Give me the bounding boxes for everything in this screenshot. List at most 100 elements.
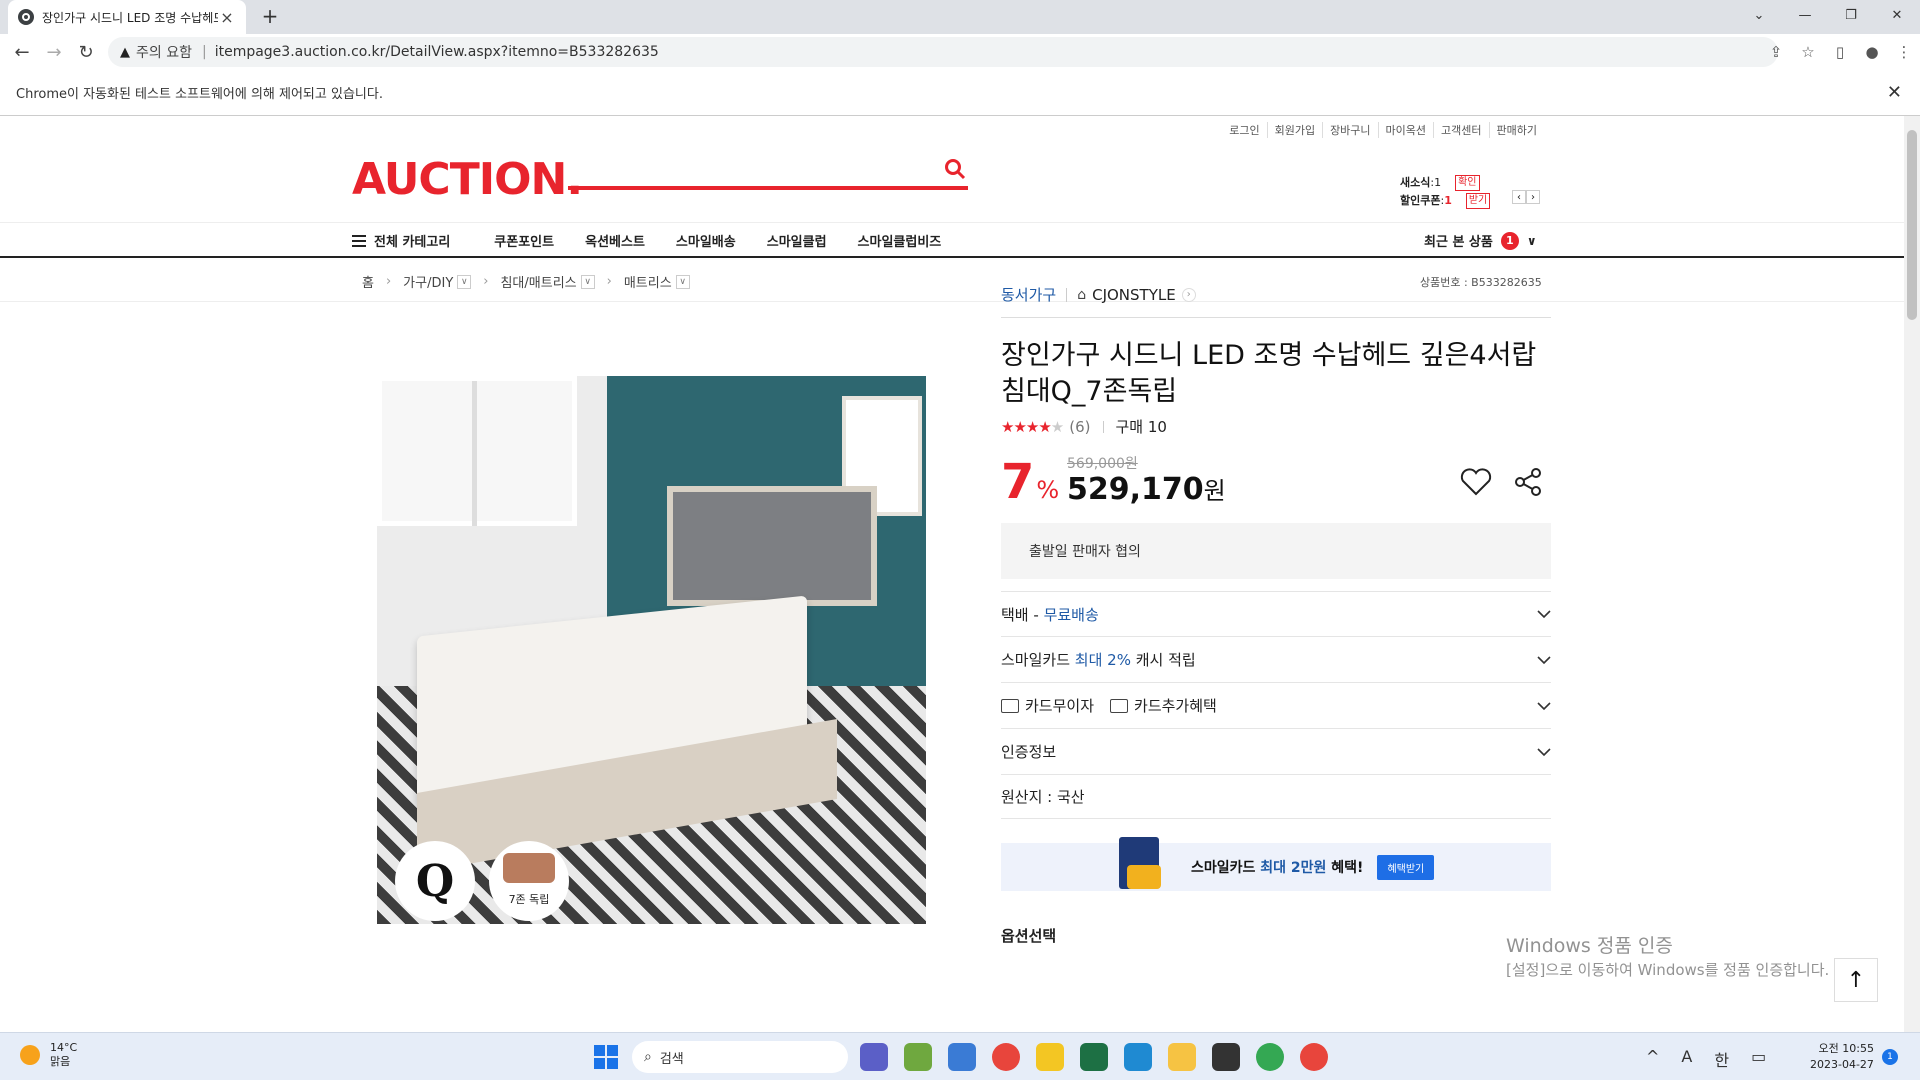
- dropdown-icon[interactable]: ∨: [675, 274, 690, 289]
- bookmark-star-icon[interactable]: ☆: [1792, 37, 1824, 67]
- settings-icon[interactable]: [948, 1043, 976, 1071]
- network-icon[interactable]: ▭: [1751, 1047, 1766, 1071]
- seven-zone-badge: 7존 독립: [489, 841, 569, 921]
- card-benefit-row[interactable]: 카드무이자 카드추가혜택: [1001, 683, 1551, 729]
- chrome-active-icon[interactable]: [1300, 1043, 1328, 1071]
- card-plus-icon: [1110, 699, 1129, 713]
- price-block: 7% 569,000원 529,170원: [1001, 453, 1551, 509]
- restore-button[interactable]: ❐: [1828, 0, 1874, 30]
- clock[interactable]: 오전 10:55 2023-04-27: [1810, 1041, 1874, 1073]
- auction-logo[interactable]: AUCTION.: [352, 154, 583, 205]
- brand-link[interactable]: 동서가구: [1001, 284, 1056, 305]
- chat-icon[interactable]: [1036, 1043, 1064, 1071]
- recent-items-button[interactable]: 최근 본 상품 1 ∨: [1424, 231, 1537, 250]
- util-signup[interactable]: 회원가입: [1266, 122, 1322, 138]
- next-icon[interactable]: ›: [1526, 190, 1540, 204]
- util-myauction[interactable]: 마이옥션: [1377, 122, 1433, 138]
- nav-coupon-point[interactable]: 쿠폰포인트: [494, 231, 554, 250]
- nav-smile-club-biz[interactable]: 스마일클럽비즈: [858, 231, 942, 250]
- discount-rate: 7%: [1001, 454, 1060, 510]
- forward-icon[interactable]: →: [38, 36, 70, 68]
- product-image[interactable]: Q 7존 독립: [377, 376, 926, 924]
- vscode-icon[interactable]: [1124, 1043, 1152, 1071]
- cert-row[interactable]: 인증정보: [1001, 729, 1551, 775]
- breadcrumb-level-1[interactable]: 가구/DIY: [403, 272, 453, 291]
- chevron-right-icon[interactable]: ›: [1181, 287, 1196, 302]
- util-links: 로그인 회원가입 장바구니 마이옥션 고객센터 판매하기: [1222, 122, 1544, 138]
- nav-smile-delivery[interactable]: 스마일배송: [676, 231, 736, 250]
- url-text: itempage3.auction.co.kr/DetailView.aspx?…: [214, 44, 659, 60]
- photos-icon[interactable]: [904, 1043, 932, 1071]
- all-category-button[interactable]: 전체 카테고리: [352, 231, 450, 250]
- address-bar[interactable]: ▲ 주의 요함 | itempage3.auction.co.kr/Detail…: [108, 37, 1778, 67]
- weather-widget[interactable]: 14°C 맑음: [20, 1041, 77, 1069]
- get-benefit-button[interactable]: 혜택받기: [1377, 854, 1435, 880]
- util-cart[interactable]: 장바구니: [1322, 122, 1377, 138]
- reload-icon[interactable]: ↻: [70, 36, 102, 68]
- browser-tab[interactable]: 장인가구 시드니 LED 조명 수납헤드 ×: [8, 0, 246, 34]
- chrome-icon[interactable]: [992, 1043, 1020, 1071]
- profile-icon[interactable]: ●: [1856, 37, 1888, 67]
- taskbar-apps: [860, 1043, 1344, 1071]
- notice-box: 새소식 :1 확인 할인쿠폰 :1 받기: [1400, 174, 1491, 210]
- terminal-icon[interactable]: [1212, 1043, 1240, 1071]
- coin-image: [1127, 865, 1161, 889]
- util-support[interactable]: 고객센터: [1433, 122, 1488, 138]
- heart-icon[interactable]: [1459, 467, 1493, 497]
- news-check-button[interactable]: 확인: [1455, 175, 1480, 191]
- original-price: 569,000원: [1067, 456, 1138, 472]
- folder-icon[interactable]: [1168, 1043, 1196, 1071]
- review-count[interactable]: (6): [1069, 418, 1090, 436]
- store-link[interactable]: CJONSTYLE: [1092, 286, 1176, 304]
- prev-icon[interactable]: ‹: [1512, 190, 1526, 204]
- util-sell[interactable]: 판매하기: [1488, 122, 1544, 138]
- breadcrumb-home[interactable]: 홈: [362, 272, 374, 291]
- share-page-icon[interactable]: ⇪: [1760, 37, 1792, 67]
- tray-expand-icon[interactable]: ^: [1646, 1047, 1659, 1071]
- ime-icon[interactable]: A: [1681, 1047, 1692, 1071]
- notification-badge[interactable]: 1: [1882, 1049, 1898, 1065]
- sale-price: 529,170원: [1067, 472, 1226, 507]
- windows-watermark: Windows 정품 인증 [설정]으로 이동하여 Windows를 정품 인증…: [1506, 935, 1830, 979]
- util-login[interactable]: 로그인: [1222, 122, 1266, 138]
- minimize-button[interactable]: —: [1782, 0, 1828, 30]
- toolbar-actions: ⇪ ☆ ▯ ● ⋮: [1760, 37, 1920, 67]
- origin-row: 원산지 : 국산: [1001, 775, 1551, 819]
- close-window-button[interactable]: ✕: [1874, 0, 1920, 30]
- smilecard-row[interactable]: 스마일카드 최대 2% 캐시 적립: [1001, 637, 1551, 683]
- dropdown-icon[interactable]: ∨: [457, 274, 472, 289]
- share-icon[interactable]: [1513, 467, 1543, 497]
- search-icon[interactable]: [944, 158, 966, 180]
- close-tab-icon[interactable]: ×: [218, 8, 236, 27]
- recent-count-badge: 1: [1500, 231, 1519, 250]
- taskbar-search[interactable]: ⌕ 검색: [632, 1041, 848, 1073]
- seller-row: 동서가구 ⌂ CJONSTYLE ›: [1001, 284, 1551, 318]
- breadcrumb-level-2[interactable]: 침대/매트리스: [500, 272, 576, 291]
- start-button[interactable]: [594, 1045, 618, 1069]
- dropdown-icon[interactable]: ∨: [580, 274, 595, 289]
- breadcrumb: 홈 › 가구/DIY ∨ › 침대/매트리스 ∨ › 매트리스 ∨ 상품번호 :…: [0, 260, 1904, 302]
- ship-notice: 출발일 판매자 협의: [1001, 523, 1551, 579]
- sun-icon: [20, 1045, 40, 1065]
- delivery-row[interactable]: 택배 - 무료배송: [1001, 591, 1551, 637]
- page-viewport: 로그인 회원가입 장바구니 마이옥션 고객센터 판매하기 AUCTION. 새소…: [0, 116, 1904, 1032]
- back-icon[interactable]: ←: [6, 36, 38, 68]
- new-tab-button[interactable]: +: [258, 4, 282, 28]
- breadcrumb-level-3[interactable]: 매트리스: [624, 272, 672, 291]
- tab-title: 장인가구 시드니 LED 조명 수납헤드: [42, 10, 218, 25]
- scroll-top-button[interactable]: ↑: [1834, 958, 1878, 1002]
- smilecard-banner[interactable]: 스마일카드 최대 2만원 혜택! 혜택받기: [1001, 837, 1551, 891]
- lang-icon[interactable]: 한: [1714, 1047, 1729, 1071]
- teams-icon[interactable]: [860, 1043, 888, 1071]
- coupon-get-button[interactable]: 받기: [1465, 193, 1491, 209]
- search-input[interactable]: [568, 186, 968, 190]
- side-panel-icon[interactable]: ▯: [1824, 37, 1856, 67]
- close-infobar-icon[interactable]: ✕: [1887, 82, 1902, 103]
- menu-dots-icon[interactable]: ⋮: [1888, 37, 1920, 67]
- tab-search-icon[interactable]: ⌄: [1736, 0, 1782, 30]
- chrome-icon[interactable]: [1256, 1043, 1284, 1071]
- scrollbar[interactable]: [1904, 116, 1920, 1032]
- excel-icon[interactable]: [1080, 1043, 1108, 1071]
- nav-auction-best[interactable]: 옥션베스트: [585, 231, 645, 250]
- nav-smile-club[interactable]: 스마일클럽: [767, 231, 827, 250]
